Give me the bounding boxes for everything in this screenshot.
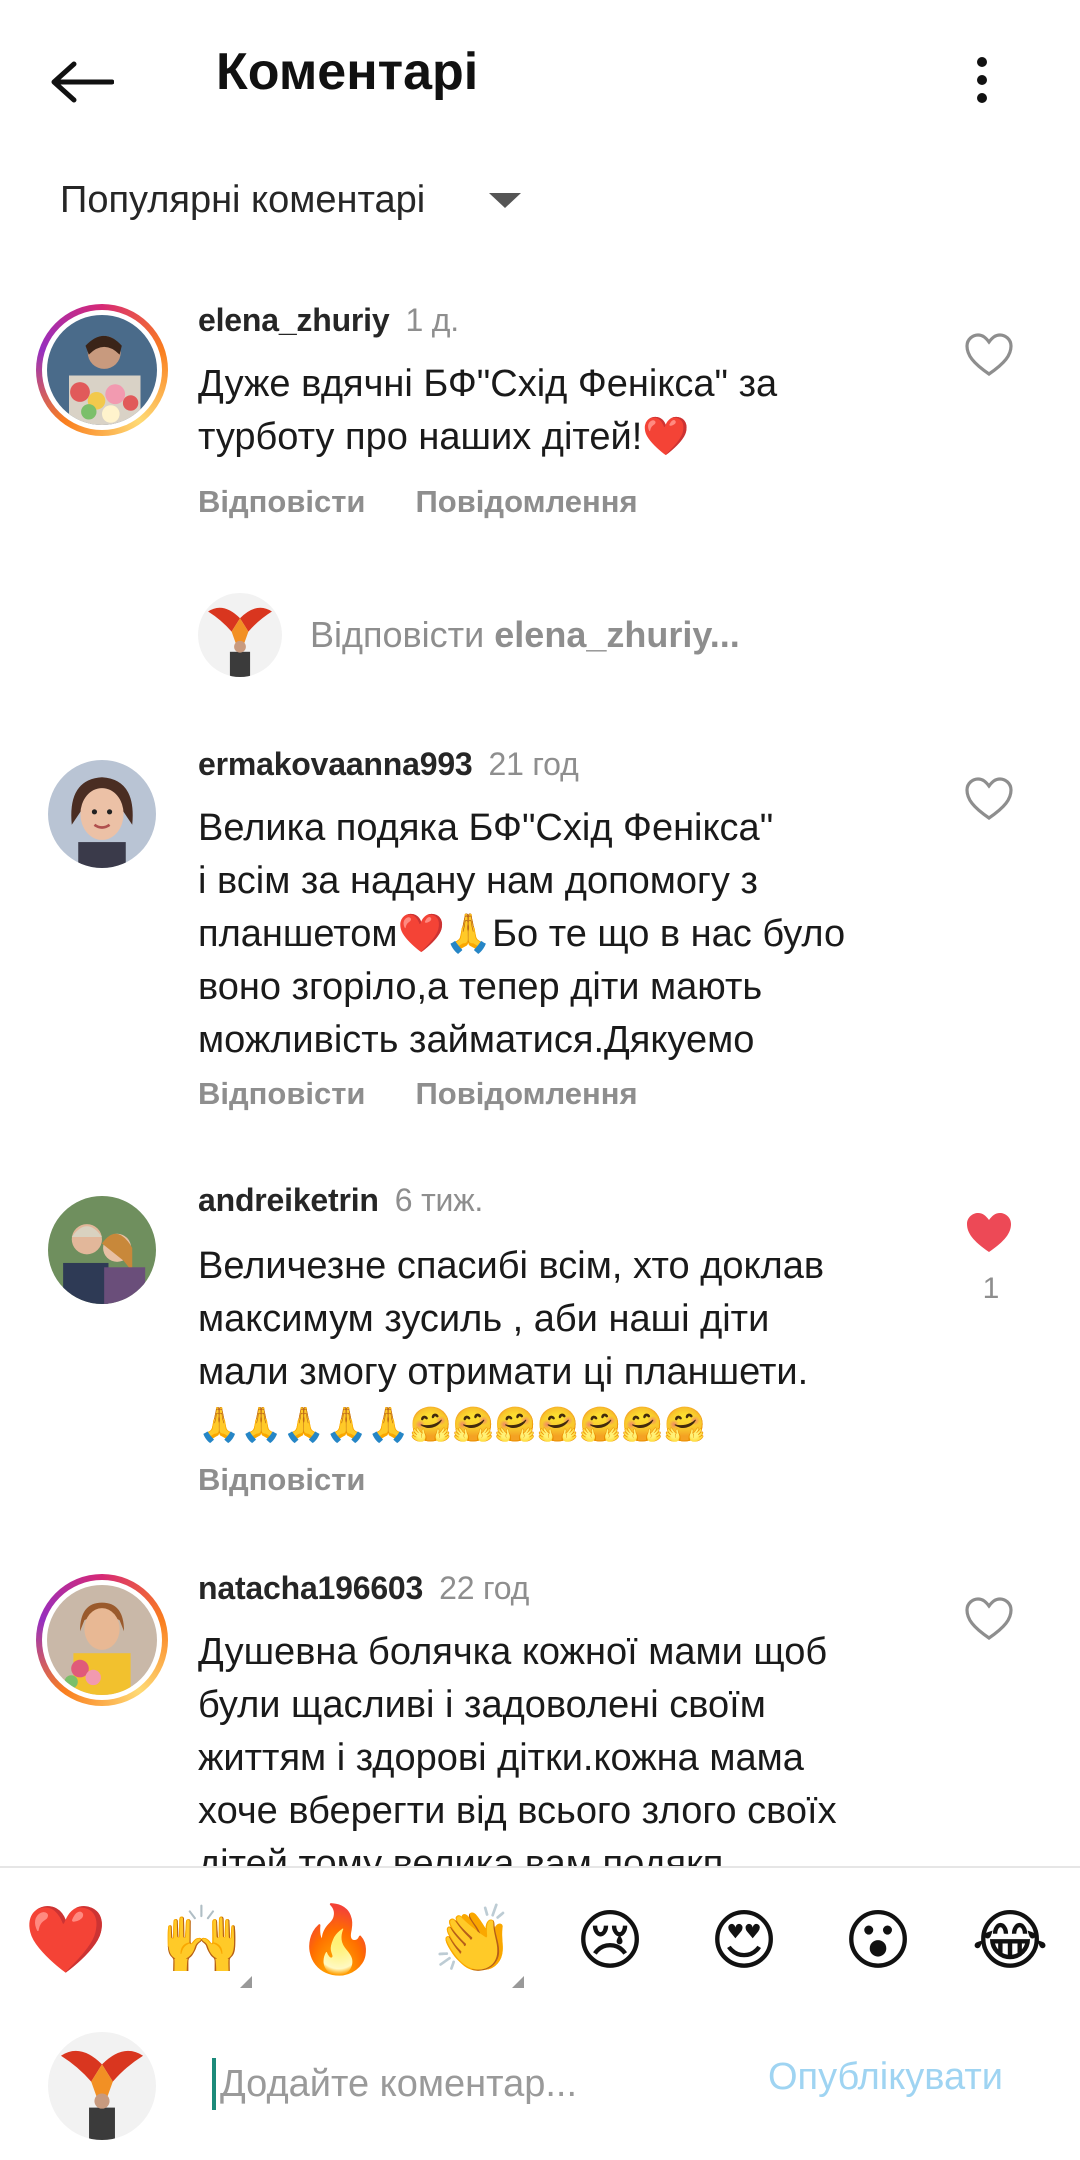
avatar bbox=[48, 2032, 156, 2140]
comment-line: Душевна болячка кожної мами щоб bbox=[198, 1631, 828, 1673]
comment-line: Величезне спасибі всім, хто доклав bbox=[198, 1245, 825, 1287]
surprised-emoji-icon[interactable]: 😮 bbox=[836, 1898, 920, 1982]
comment-line: і всім за надану нам допомогу з bbox=[198, 860, 758, 902]
top-bar: Коментарі bbox=[0, 0, 1080, 150]
reply-prefix: Відповісти bbox=[310, 614, 485, 655]
avatar[interactable] bbox=[48, 760, 156, 868]
publish-button[interactable]: Опублікувати bbox=[768, 2056, 1003, 2099]
avatar[interactable] bbox=[36, 304, 168, 436]
comment-line: дітей тому велика вам подякп bbox=[198, 1843, 724, 1866]
more-options-icon[interactable] bbox=[950, 40, 1014, 120]
comment-text: Величезне спасибі всім, хто доклав макси… bbox=[198, 1240, 898, 1452]
view-reply-row[interactable]: Відповісти elena_zhuriy... bbox=[198, 590, 740, 680]
comment-line: максимум зусиль , аби наші діти bbox=[198, 1298, 770, 1340]
comment-username[interactable]: andreiketrin 6 тиж. bbox=[198, 1182, 483, 1219]
comment-composer: Додайте коментар... Опублікувати bbox=[0, 2008, 1080, 2160]
comment-username[interactable]: ermakovaanna993 21 год bbox=[198, 746, 579, 783]
username-text[interactable]: natacha196603 bbox=[198, 1570, 423, 1606]
comment-timestamp: 22 год bbox=[439, 1570, 530, 1606]
comment-line: 🙏🙏🙏🙏🙏🤗🤗🤗🤗🤗🤗🤗 bbox=[198, 1406, 707, 1444]
message-button[interactable]: Повідомлення bbox=[416, 484, 638, 520]
laughing-emoji-icon[interactable]: 😂 bbox=[968, 1898, 1052, 1982]
heart-filled-icon[interactable] bbox=[962, 1208, 1016, 1258]
heart-outline-icon[interactable] bbox=[962, 330, 1016, 380]
heart-outline-icon[interactable] bbox=[962, 774, 1016, 824]
comment-line: можливість займатися.Дякуемо bbox=[198, 1019, 755, 1061]
comment-actions: Відповісти bbox=[198, 1462, 366, 1498]
skin-tone-indicator-icon bbox=[512, 1976, 524, 1988]
page-title: Коментарі bbox=[216, 43, 479, 101]
reply-button[interactable]: Відповісти bbox=[198, 1076, 366, 1112]
comment-line: життям і здорові дітки.кожна мама bbox=[198, 1737, 804, 1779]
comment-timestamp: 21 год bbox=[488, 746, 579, 782]
emoji-glyph: 🙌 bbox=[160, 1901, 244, 1978]
comment-input[interactable]: Додайте коментар... bbox=[212, 2052, 732, 2116]
comment-actions: Відповісти Повідомлення bbox=[198, 1076, 638, 1112]
reply-button[interactable]: Відповісти bbox=[198, 1462, 366, 1498]
avatar[interactable] bbox=[36, 1574, 168, 1706]
comment-line: планшетом❤️🙏Бо те що в нас було bbox=[198, 913, 846, 955]
fire-emoji-icon[interactable]: 🔥 bbox=[296, 1898, 380, 1982]
sort-label: Популярні коментарі bbox=[60, 178, 426, 221]
comment-timestamp: 1 д. bbox=[405, 302, 459, 338]
emoji-quick-bar: ❤️ 🙌 🔥 👏 😢 😍 😮 😂 bbox=[0, 1868, 1080, 2008]
comment-username[interactable]: elena_zhuriy 1 д. bbox=[198, 302, 459, 339]
comment-line: були щасливі і задоволені своїм bbox=[198, 1684, 766, 1726]
view-reply-text[interactable]: Відповісти elena_zhuriy... bbox=[310, 614, 740, 656]
chevron-down-icon bbox=[489, 192, 522, 208]
heart-outline-icon[interactable] bbox=[962, 1594, 1016, 1644]
avatar[interactable] bbox=[48, 1196, 156, 1304]
comment-line: мали змогу отримати ці планшети. bbox=[198, 1351, 809, 1393]
like-count: 1 bbox=[982, 1272, 1000, 1305]
comment-timestamp: 6 тиж. bbox=[394, 1182, 484, 1218]
username-text[interactable]: ermakovaanna993 bbox=[198, 746, 473, 782]
heart-eyes-emoji-icon[interactable]: 😍 bbox=[702, 1898, 786, 1982]
clapping-emoji-icon[interactable]: 👏 bbox=[432, 1898, 524, 1988]
username-text[interactable]: andreiketrin bbox=[198, 1182, 379, 1218]
comment-text: Дуже вдячні БФ"Схід Фенікса" за турботу … bbox=[198, 358, 898, 464]
username-text[interactable]: elena_zhuriy bbox=[198, 302, 390, 338]
heart-emoji-icon[interactable]: ❤️ bbox=[24, 1898, 108, 1982]
emoji-glyph: 👏 bbox=[432, 1901, 516, 1978]
comment-line: Дуже вдячні БФ"Схід Фенікса" за bbox=[198, 363, 778, 405]
comment-actions: Відповісти Повідомлення bbox=[198, 484, 638, 520]
reply-button[interactable]: Відповісти bbox=[198, 484, 366, 520]
message-button[interactable]: Повідомлення bbox=[416, 1076, 638, 1112]
back-arrow-icon[interactable] bbox=[44, 44, 120, 120]
raising-hands-emoji-icon[interactable]: 🙌 bbox=[160, 1898, 252, 1988]
skin-tone-indicator-icon bbox=[240, 1976, 252, 1988]
sort-dropdown[interactable]: Популярні коментарі bbox=[60, 168, 522, 232]
comment-line: Велика подяка БФ"Схід Фенікса" bbox=[198, 807, 774, 849]
comment-line: хоче вберегти від всього злого своїх bbox=[198, 1790, 837, 1832]
comment-text: Велика подяка БФ"Схід Фенікса" і всім за… bbox=[198, 802, 898, 1067]
comment-line: воно згоріло,а тепер діти мають bbox=[198, 966, 763, 1008]
comment-placeholder: Додайте коментар... bbox=[220, 2062, 578, 2105]
avatar bbox=[198, 593, 282, 677]
comment-text: Душевна болячка кожної мами щоб були щас… bbox=[198, 1626, 898, 1866]
crying-emoji-icon[interactable]: 😢 bbox=[568, 1898, 652, 1982]
comment-line: турботу про наших дітей!❤️ bbox=[198, 416, 690, 458]
comment-username[interactable]: natacha196603 22 год bbox=[198, 1570, 529, 1607]
reply-target-user: elena_zhuriy... bbox=[494, 614, 740, 655]
text-cursor bbox=[212, 2058, 216, 2110]
